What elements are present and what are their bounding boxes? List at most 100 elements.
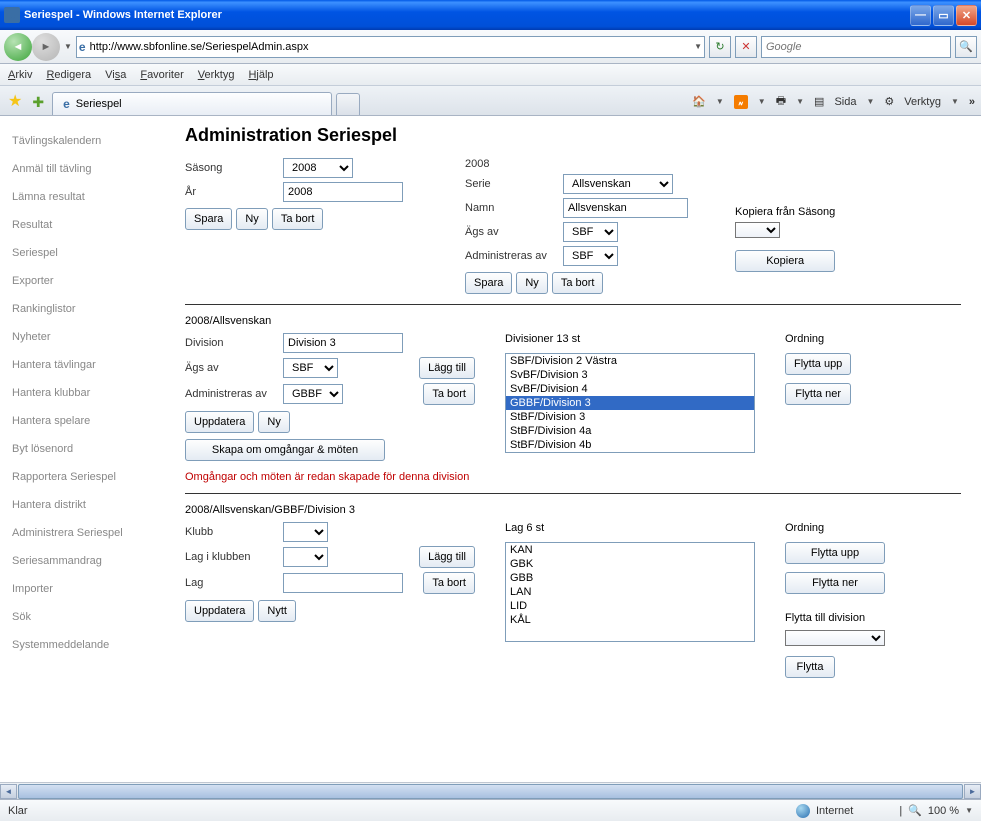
flytta-upp2-button[interactable]: Flytta upp [785, 542, 885, 564]
stop-button[interactable]: ✕ [735, 36, 757, 58]
list-item[interactable]: LID [506, 599, 754, 613]
kopiera-button[interactable]: Kopiera [735, 250, 835, 272]
sidebar-item[interactable]: Anmäl till tävling [0, 155, 165, 183]
horizontal-scrollbar[interactable]: ◄ ► [0, 782, 981, 799]
list-item[interactable]: GBBF/Division 3 [506, 396, 754, 410]
ar-input[interactable] [283, 182, 403, 202]
forward-button[interactable]: ► [32, 33, 60, 61]
list-item[interactable]: SvBF/Division 3 [506, 368, 754, 382]
nav-dropdown-icon[interactable]: ▼ [64, 42, 72, 51]
sidebar-item[interactable]: Exporter [0, 267, 165, 295]
sida-label[interactable]: Sida [834, 96, 856, 108]
overflow-icon[interactable]: » [969, 96, 975, 108]
sidebar-item[interactable]: Sök [0, 603, 165, 631]
lag-listbox[interactable]: KANGBKGBBLANLIDKÅL [505, 542, 755, 642]
tabort3-button[interactable]: Ta bort [423, 383, 475, 405]
back-button[interactable]: ◄ [4, 33, 32, 61]
tabort-button[interactable]: Ta bort [272, 208, 324, 230]
flytta-button[interactable]: Flytta [785, 656, 835, 678]
lagg-till-button[interactable]: Lägg till [419, 357, 475, 379]
flytta-div-select[interactable] [785, 630, 885, 646]
kopiera-sasong-select[interactable] [735, 222, 780, 238]
home-icon[interactable]: 🏠 [692, 95, 706, 108]
lag-klubb-select[interactable] [283, 547, 328, 567]
sidebar-item[interactable]: Hantera spelare [0, 407, 165, 435]
sidebar-item[interactable]: Hantera tävlingar [0, 351, 165, 379]
zoom-dropdown-icon[interactable]: ▼ [965, 806, 973, 815]
tools-icon[interactable]: ⚙ [884, 95, 894, 108]
list-item[interactable]: StBF/Division 4b [506, 438, 754, 452]
sidebar-item[interactable]: Hantera distrikt [0, 491, 165, 519]
list-item[interactable]: GBB [506, 571, 754, 585]
division-input[interactable] [283, 333, 403, 353]
ny2-button[interactable]: Ny [516, 272, 547, 294]
list-item[interactable]: LAN [506, 585, 754, 599]
sasong-select[interactable]: 2008 [283, 158, 353, 178]
sidebar-item[interactable]: Resultat [0, 211, 165, 239]
sidebar-item[interactable]: Rapportera Seriespel [0, 463, 165, 491]
menu-arkiv[interactable]: AArkivrkiv [8, 69, 32, 81]
sidebar-item[interactable]: Systemmeddelande [0, 631, 165, 659]
list-item[interactable]: SBF/Division 2 Västra [506, 354, 754, 368]
namn-input[interactable] [563, 198, 688, 218]
address-bar[interactable]: e ▼ [76, 36, 705, 58]
scroll-thumb[interactable] [18, 784, 963, 799]
flytta-ner2-button[interactable]: Flytta ner [785, 572, 885, 594]
spara2-button[interactable]: Spara [465, 272, 512, 294]
serie-select[interactable]: Allsvenskan [563, 174, 673, 194]
page-menu-icon[interactable]: ▤ [814, 95, 824, 108]
search-button[interactable]: 🔍 [955, 36, 977, 58]
search-box[interactable] [761, 36, 951, 58]
lag-input[interactable] [283, 573, 403, 593]
add-favorite-icon[interactable]: ✚ [32, 94, 44, 111]
sidebar-item[interactable]: Rankinglistor [0, 295, 165, 323]
address-dropdown-icon[interactable]: ▼ [694, 42, 702, 51]
refresh-button[interactable]: ↻ [709, 36, 731, 58]
print-icon[interactable]: 🖶 [776, 92, 786, 111]
close-button[interactable]: ✕ [956, 5, 977, 26]
spara-button[interactable]: Spara [185, 208, 232, 230]
sidebar-item[interactable]: Importer [0, 575, 165, 603]
ny3-button[interactable]: Ny [258, 411, 289, 433]
sidebar-item[interactable]: Hantera klubbar [0, 379, 165, 407]
ags-select[interactable]: SBF [563, 222, 618, 242]
rss-icon[interactable]: ៷ [734, 95, 748, 109]
sidebar-item[interactable]: Seriesammandrag [0, 547, 165, 575]
list-item[interactable]: SvBF/Division 4 [506, 382, 754, 396]
sidebar-item[interactable]: Nyheter [0, 323, 165, 351]
zoom-icon[interactable]: 🔍 [908, 804, 922, 817]
uppdatera2-button[interactable]: Uppdatera [185, 600, 254, 622]
lagg-till2-button[interactable]: Lägg till [419, 546, 475, 568]
verktyg-label[interactable]: Verktyg [904, 96, 941, 108]
nytt-button[interactable]: Nytt [258, 600, 296, 622]
sidebar-item[interactable]: Lämna resultat [0, 183, 165, 211]
div-admin-select[interactable]: GBBF [283, 384, 343, 404]
scroll-right-icon[interactable]: ► [964, 784, 981, 799]
uppdatera-button[interactable]: Uppdatera [185, 411, 254, 433]
menu-verktyg[interactable]: Verktyg [198, 69, 235, 81]
flytta-upp-button[interactable]: Flytta upp [785, 353, 851, 375]
list-item[interactable]: GBK [506, 557, 754, 571]
sidebar-item[interactable]: Byt lösenord [0, 435, 165, 463]
new-tab-button[interactable] [336, 93, 360, 115]
ny-button[interactable]: Ny [236, 208, 267, 230]
sidebar-item[interactable]: Tävlingskalendern [0, 127, 165, 155]
search-input[interactable] [766, 41, 946, 53]
klubb-select[interactable] [283, 522, 328, 542]
divisioner-listbox[interactable]: SBF/Division 2 VästraSvBF/Division 3SvBF… [505, 353, 755, 453]
scroll-left-icon[interactable]: ◄ [0, 784, 17, 799]
menu-visa[interactable]: Visa [105, 69, 126, 81]
address-input[interactable] [90, 41, 690, 53]
flytta-ner-button[interactable]: Flytta ner [785, 383, 851, 405]
maximize-button[interactable]: ▭ [933, 5, 954, 26]
list-item[interactable]: StBF/Division 3 [506, 410, 754, 424]
tabort2-button[interactable]: Ta bort [552, 272, 604, 294]
list-item[interactable]: KAN [506, 543, 754, 557]
minimize-button[interactable]: — [910, 5, 931, 26]
sidebar-item[interactable]: Administrera Seriespel [0, 519, 165, 547]
list-item[interactable]: StBF/Division 4a [506, 424, 754, 438]
sidebar-item[interactable]: Seriespel [0, 239, 165, 267]
menu-hjalp[interactable]: Hjälp [248, 69, 273, 81]
skapa-om-button[interactable]: Skapa om omgångar & möten [185, 439, 385, 461]
div-ags-select[interactable]: SBF [283, 358, 338, 378]
